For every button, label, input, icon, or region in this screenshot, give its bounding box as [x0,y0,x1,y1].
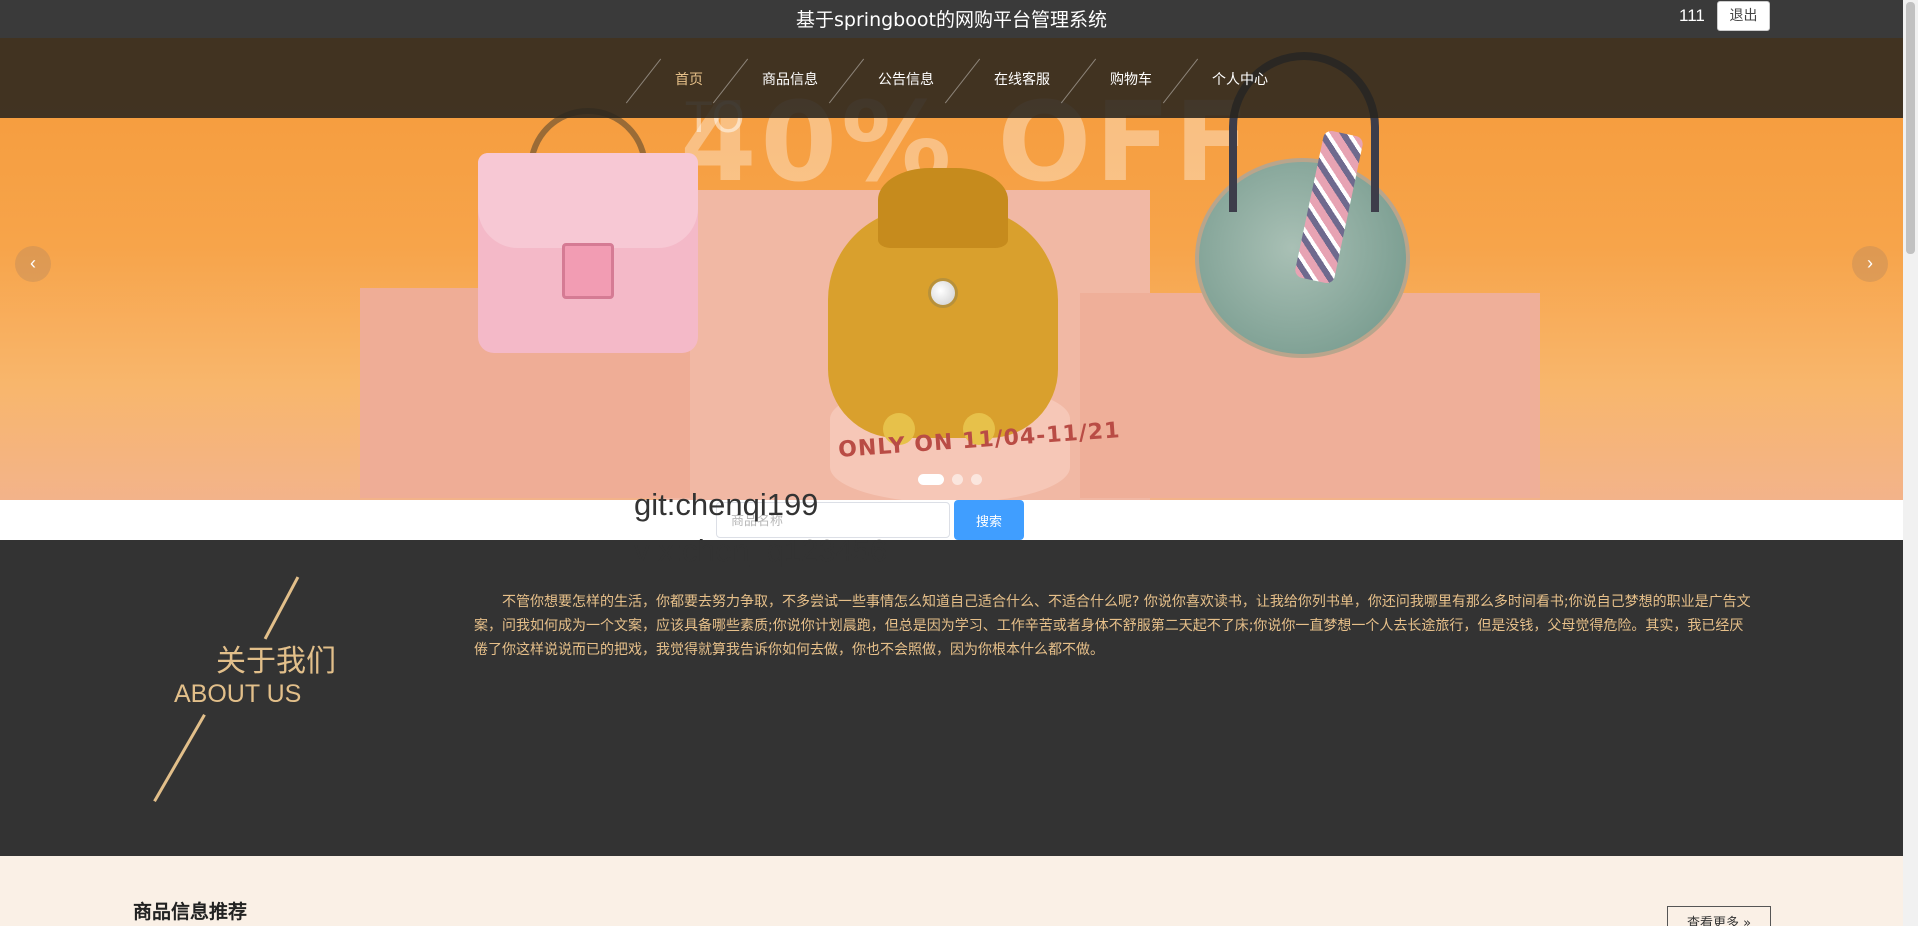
carousel-dot[interactable] [952,474,963,485]
chevron-right-icon[interactable]: › [1852,246,1888,282]
about-title: 关于我们 [216,644,336,679]
carousel-indicators [918,474,982,485]
watermark-line-2: v x:chen_q123456 [634,533,888,568]
decorative-line [263,576,300,640]
recommend-section: 商品信息推荐 查看更多 » [0,856,1903,926]
chevron-left-icon[interactable]: ‹ [15,246,51,282]
decorative-line [153,713,206,803]
nav-divider [625,58,662,104]
pink-handbag-image [478,108,698,353]
nav-item-home[interactable]: 首页 [675,69,703,89]
recommend-title: 商品信息推荐 [133,901,248,923]
about-section: 关于我们 ABOUT US 不管你想要怎样的生活，你都要去努力争取，不多尝试一些… [0,540,1903,856]
view-more-button[interactable]: 查看更多 » [1667,906,1771,926]
search-bar [0,500,1903,540]
user-name: 111 [1679,6,1705,25]
nav-item-personal-center[interactable]: 个人中心 [1212,69,1268,89]
nav-item-products[interactable]: 商品信息 [762,69,818,89]
nav-item-announcements[interactable]: 公告信息 [878,69,934,89]
nav-item-cart[interactable]: 购物车 [1110,69,1152,89]
carousel-dot[interactable] [971,474,982,485]
nav-item-online-service[interactable]: 在线客服 [994,69,1050,89]
scrollbar-thumb[interactable] [1906,2,1915,254]
nav-divider [828,58,865,104]
search-button[interactable]: 搜索 [954,500,1024,540]
nav-divider [1060,58,1097,104]
watermark-line-1: git:chenqi199 [634,487,819,522]
about-subtitle: ABOUT US [174,680,302,708]
logout-button[interactable]: 退出 [1717,1,1770,31]
nav-divider [712,58,749,104]
site-title: 基于springboot的网购平台管理系统 [796,9,1107,31]
about-text: 不管你想要怎样的生活，你都要去努力争取，不多尝试一些事情怎么知道自己适合什么、不… [474,594,1751,658]
yellow-bucket-bag-image [828,168,1058,445]
carousel-dot[interactable] [918,474,944,485]
main-nav: 首页 商品信息 公告信息 在线客服 购物车 个人中心 [0,38,1903,118]
green-round-bag-image [1195,52,1410,358]
top-bar: 基于springboot的网购平台管理系统 111 退出 [0,0,1903,38]
nav-divider [944,58,981,104]
page-scrollbar[interactable] [1903,0,1918,926]
nav-divider [1162,58,1199,104]
